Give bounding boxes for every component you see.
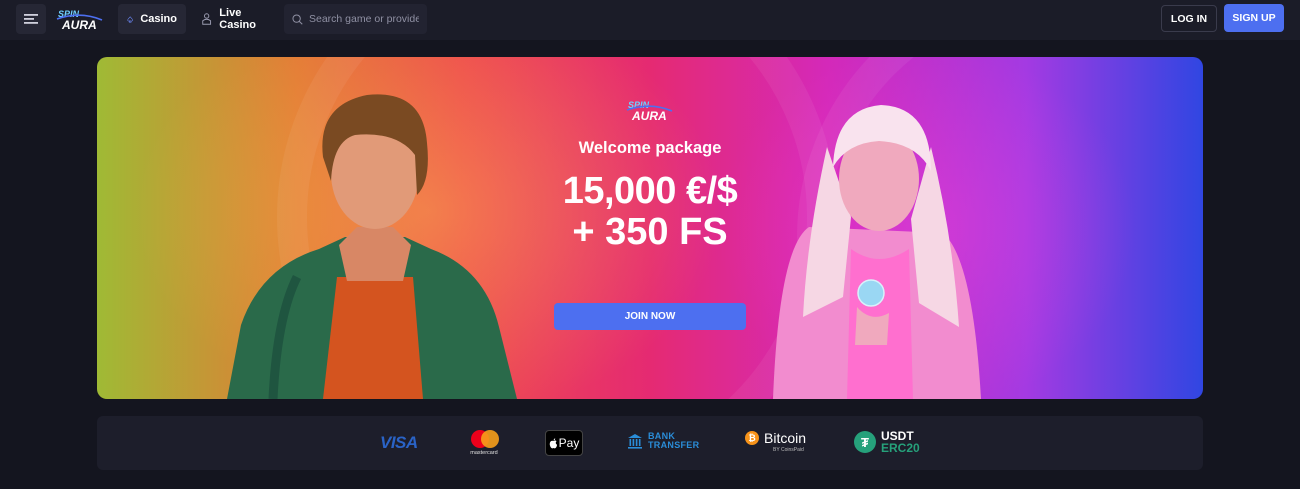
site-logo[interactable]: SPIN AURA: [56, 6, 104, 32]
bitcoin-label: Bitcoin: [764, 430, 807, 446]
banner-content: SPIN AURA Welcome package 15,000 €/$ + 3…: [527, 97, 773, 253]
payment-methods-bar: VISA mastercard Pay BANK TRANSFER ₿ Bitc…: [97, 416, 1203, 470]
dealer-icon: [202, 13, 212, 25]
apple-pay-logo: Pay: [545, 430, 583, 456]
search-input[interactable]: [309, 13, 419, 25]
tether-icon: ₮: [854, 431, 876, 453]
svg-text:AURA: AURA: [631, 109, 667, 123]
promo-banner: SPIN AURA Welcome package 15,000 €/$ + 3…: [97, 57, 1203, 399]
join-now-button[interactable]: JOIN NOW: [554, 303, 746, 330]
apple-pay-label: Pay: [558, 436, 580, 450]
bank-label-line2: TRANSFER: [648, 440, 700, 450]
mastercard-icon: [469, 430, 499, 448]
mastercard-label: mastercard: [470, 450, 498, 456]
spade-icon: [127, 15, 133, 22]
svg-text:AURA: AURA: [61, 18, 97, 32]
visa-logo: VISA: [380, 433, 418, 452]
tab-live-casino[interactable]: Live Casino: [192, 4, 282, 34]
hamburger-icon: [24, 14, 38, 24]
mastercard-logo: mastercard: [467, 430, 501, 456]
banner-logo: SPIN AURA: [626, 100, 673, 123]
usdt-network: ERC20: [881, 441, 920, 455]
apple-icon: [549, 437, 557, 448]
bitcoin-icon: ₿: [745, 431, 759, 445]
tab-live-casino-label: Live Casino: [219, 7, 256, 31]
login-button[interactable]: LOG IN: [1161, 5, 1217, 32]
bitcoin-logo: ₿ Bitcoin BY CoinsPaid: [745, 430, 806, 453]
usdt-logo: ₮ USDT ERC20: [854, 430, 920, 454]
male-model-image: [227, 94, 517, 399]
bank-icon: [628, 434, 642, 449]
bank-transfer-logo: BANK TRANSFER: [627, 432, 699, 450]
signup-button[interactable]: SIGN UP: [1224, 4, 1284, 32]
menu-button[interactable]: [16, 4, 46, 34]
banner-subtitle: Welcome package: [578, 139, 722, 157]
banner-free-spins: + 350 FS: [572, 211, 728, 253]
top-header: SPIN AURA Casino Live Casino LOG IN SIGN…: [0, 0, 1300, 40]
search-icon: [292, 13, 303, 25]
tab-casino[interactable]: Casino: [118, 4, 186, 34]
tab-casino-label: Casino: [140, 13, 177, 25]
female-model-image: [773, 105, 981, 399]
bitcoin-provider: BY CoinsPaid: [773, 447, 804, 453]
banner-bonus-amount: 15,000 €/$: [562, 170, 738, 212]
search-box[interactable]: [284, 4, 427, 34]
